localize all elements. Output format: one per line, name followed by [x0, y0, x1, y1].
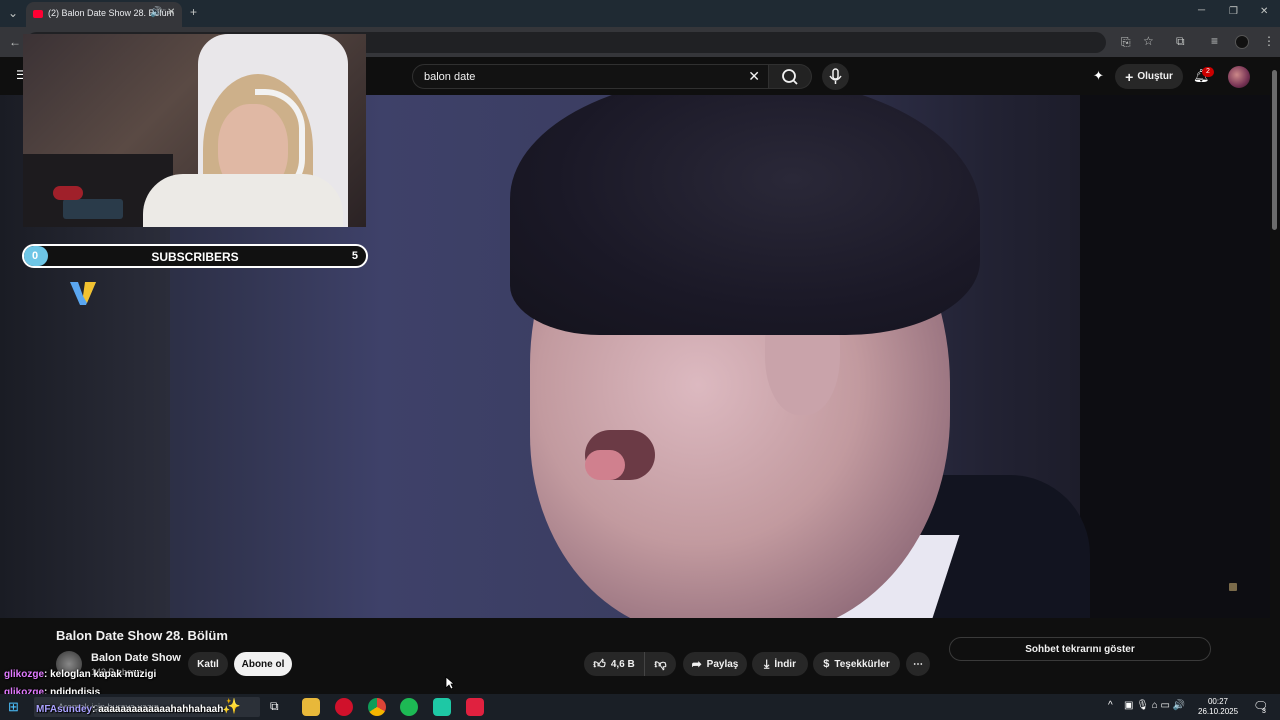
subscribe-button[interactable]: Abone ol — [234, 652, 292, 676]
search-input[interactable]: balon date ✕ — [412, 64, 769, 89]
share-button[interactable]: ➦ Paylaş — [683, 652, 747, 676]
microphone-icon — [829, 68, 842, 84]
thumbs-down-icon: 👎︎ — [654, 656, 667, 671]
share-label: Paylaş — [706, 658, 739, 670]
taskbar-clock[interactable]: 00:27 26.10.2025 — [1198, 697, 1238, 717]
account-avatar[interactable] — [1228, 66, 1250, 88]
channel-name[interactable]: Balon Date Show — [91, 652, 181, 664]
super-thanks-icon: $ — [823, 658, 830, 670]
studio-icon[interactable]: ✦ — [1093, 68, 1104, 84]
notification-count-badge: 2 — [1202, 67, 1214, 77]
streaming-app-icon[interactable] — [433, 698, 451, 716]
create-label: Oluştur — [1137, 71, 1173, 82]
more-actions-button[interactable]: ⋯ — [906, 652, 930, 676]
voice-search-button[interactable] — [822, 63, 849, 90]
streamer-facecam — [23, 34, 366, 227]
close-window-button[interactable]: ✕ — [1260, 6, 1268, 17]
opera-browser-icon[interactable] — [335, 698, 353, 716]
share-arrow-icon: ➦ — [691, 657, 702, 671]
file-explorer-icon[interactable] — [302, 698, 320, 716]
chat-username: MFAsundey — [36, 704, 93, 715]
back-icon[interactable]: ← — [9, 35, 21, 49]
chat-text: : aaaaaaaaaaaaahahhahaah — [92, 704, 224, 715]
facecam-mouse — [53, 186, 83, 200]
close-tab-icon[interactable]: ✕ — [167, 7, 175, 18]
new-tab-button[interactable]: + — [190, 5, 197, 19]
show-chat-replay-button[interactable]: Sohbet tekrarını göster — [949, 637, 1211, 661]
page-scrollbar[interactable] — [1272, 70, 1277, 230]
plus-icon: + — [1125, 68, 1134, 85]
spotify-icon[interactable] — [400, 698, 418, 716]
sparkle-icon: ✨ — [222, 698, 241, 715]
thanks-label: Teşekkürler — [834, 658, 890, 670]
video-person-tongue — [585, 450, 625, 480]
channel-watermark-icon — [1229, 583, 1237, 591]
download-icon: ⤓ — [764, 656, 770, 671]
browser-menu-icon[interactable]: ⋮ — [1263, 34, 1275, 48]
download-button[interactable]: ⤓ İndir — [752, 652, 808, 676]
like-count: 4,6 B — [610, 658, 635, 670]
dislike-button[interactable]: 👎︎ — [644, 652, 676, 676]
chat-username: glikozge — [4, 669, 45, 680]
extensions-icon[interactable]: ⧉ — [1176, 34, 1185, 49]
more-dots-icon: ⋯ — [913, 658, 923, 670]
audio-playing-icon[interactable]: 🔊 — [150, 7, 162, 18]
install-app-icon[interactable]: ⎘ — [1121, 35, 1131, 50]
thumbs-up-icon: 👍︎ — [593, 656, 606, 671]
youtube-favicon-icon — [33, 10, 43, 18]
clock-time: 00:27 — [1207, 697, 1229, 706]
video-person-hair — [510, 95, 980, 335]
chat-message: glikozge: keloglan kapak müzigi — [4, 669, 156, 680]
video-title: Balon Date Show 28. Bölüm — [56, 628, 228, 643]
browser-tab-strip: ⌄ + ─ ❐ ✕ — [0, 0, 1280, 27]
like-button[interactable]: 👍︎ 4,6 B — [584, 652, 644, 676]
tab-search-icon[interactable]: ⌄ — [8, 6, 18, 20]
search-query: balon date — [424, 71, 476, 83]
restore-button[interactable]: ❐ — [1229, 6, 1238, 17]
bookmark-star-icon[interactable]: ☆ — [1143, 34, 1154, 48]
tray-overflow-icon[interactable]: ^ — [1108, 700, 1113, 711]
minimize-button[interactable]: ─ — [1198, 5, 1205, 16]
profile-avatar[interactable] — [1235, 35, 1249, 49]
subscriber-label: SUBSCRIBERS — [151, 250, 239, 264]
join-button[interactable]: Katıl — [188, 652, 228, 676]
download-label: İndir — [774, 658, 796, 670]
thanks-button[interactable]: $ Teşekkürler — [813, 652, 900, 676]
create-button[interactable]: + Oluştur — [1115, 64, 1183, 89]
chat-text: : keloglan kapak müzigi — [44, 669, 157, 680]
tray-apps-icon[interactable]: ▣ 🎙 ⌂ ▭ 🔊 — [1124, 700, 1185, 711]
media-controls-icon[interactable]: ≡ — [1211, 34, 1218, 48]
clock-date: 26.10.2025 — [1198, 707, 1239, 716]
streamer-v-logo-icon — [70, 282, 96, 305]
chrome-icon[interactable] — [368, 698, 386, 716]
search-icon — [782, 69, 798, 85]
notification-center-count: 3 — [1262, 708, 1266, 715]
task-view-icon[interactable]: ⧉ — [270, 699, 279, 714]
facecam-hoodie — [143, 174, 343, 227]
facecam-keyboard — [63, 199, 123, 219]
valorant-icon[interactable] — [466, 698, 484, 716]
video-background-dark — [1080, 95, 1270, 618]
subscriber-goal: 5 — [351, 250, 358, 262]
chat-message: MFAsundey: aaaaaaaaaaaaahahhahaah — [36, 704, 223, 715]
search-button[interactable] — [769, 64, 812, 89]
windows-start-icon[interactable]: ⊞ — [8, 699, 19, 715]
subscriber-goal-bar: 0 SUBSCRIBERS 5 — [22, 244, 368, 268]
clear-search-icon[interactable]: ✕ — [748, 68, 760, 85]
mouse-cursor-icon — [445, 676, 455, 690]
browser-tab-active[interactable]: (2) Balon Date Show 28. Bölüm 🔊 ✕ — [26, 2, 182, 27]
